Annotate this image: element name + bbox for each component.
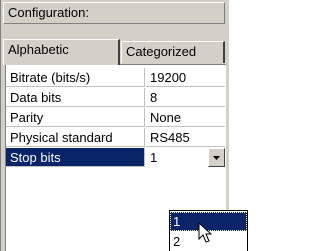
mouse-pointer-icon	[198, 222, 212, 243]
tab-categorized-label: Categorized	[126, 44, 197, 59]
property-value[interactable]: 8	[146, 88, 225, 107]
chevron-down-icon	[213, 156, 220, 160]
panel-header: Configuration:	[3, 2, 225, 24]
property-name-selected: Stop bits	[6, 148, 145, 167]
panel-title: Configuration:	[8, 5, 89, 20]
property-row-data-bits[interactable]: Data bits 8	[6, 88, 225, 108]
dropdown-button[interactable]	[208, 148, 225, 167]
tab-categorized[interactable]: Categorized	[121, 41, 225, 63]
property-row-bitrate[interactable]: Bitrate (bits/s) 19200	[6, 68, 225, 88]
property-row-stop-bits[interactable]: Stop bits 1	[6, 148, 225, 168]
stop-bits-combo[interactable]: 1	[146, 148, 225, 168]
combo-value: 1	[150, 150, 158, 165]
property-name: Parity	[6, 108, 145, 127]
property-value[interactable]: None	[146, 108, 225, 127]
property-row-physical-standard[interactable]: Physical standard RS485	[6, 128, 225, 148]
property-row-parity[interactable]: Parity None	[6, 108, 225, 128]
property-name: Physical standard	[6, 128, 145, 147]
property-value[interactable]: 19200	[146, 68, 225, 87]
property-value[interactable]: RS485	[146, 128, 225, 147]
property-name: Bitrate (bits/s)	[6, 68, 145, 87]
property-name: Data bits	[6, 88, 145, 107]
tab-alphabetic-label: Alphabetic	[8, 42, 69, 57]
tab-alphabetic[interactable]: Alphabetic	[3, 39, 120, 65]
